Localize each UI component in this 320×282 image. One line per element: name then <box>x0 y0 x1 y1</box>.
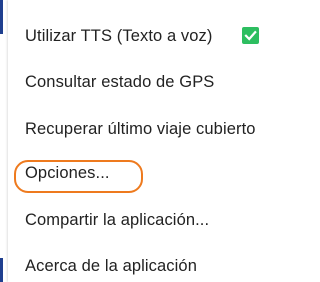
menu-item-about[interactable]: Acerca de la aplicación <box>8 243 274 282</box>
screen: Utilizar TTS (Texto a voz) Consultar est… <box>0 0 274 282</box>
menu-item-label: Utilizar TTS (Texto a voz) <box>25 26 213 45</box>
menu-item-label: Compartir la aplicación... <box>25 210 210 229</box>
menu-item-label: Recuperar último viaje cubierto <box>25 119 256 138</box>
background-app-edge <box>0 258 3 282</box>
menu-item-recover-trip[interactable]: Recuperar último viaje cubierto <box>8 106 274 152</box>
menu-item-label: Opciones... <box>25 163 110 182</box>
menu-item-gps-status[interactable]: Consultar estado de GPS <box>8 59 274 105</box>
menu-item-share-app[interactable]: Compartir la aplicación... <box>8 197 274 243</box>
overflow-menu: Utilizar TTS (Texto a voz) Consultar est… <box>8 0 274 282</box>
menu-item-options[interactable]: Opciones... <box>8 150 274 196</box>
menu-item-label: Consultar estado de GPS <box>25 72 215 91</box>
check-icon <box>244 30 257 41</box>
tts-checkbox[interactable] <box>242 27 259 44</box>
menu-item-label: Acerca de la aplicación <box>25 256 197 275</box>
background-app-edge <box>0 0 3 34</box>
menu-item-tts[interactable]: Utilizar TTS (Texto a voz) <box>8 13 274 59</box>
